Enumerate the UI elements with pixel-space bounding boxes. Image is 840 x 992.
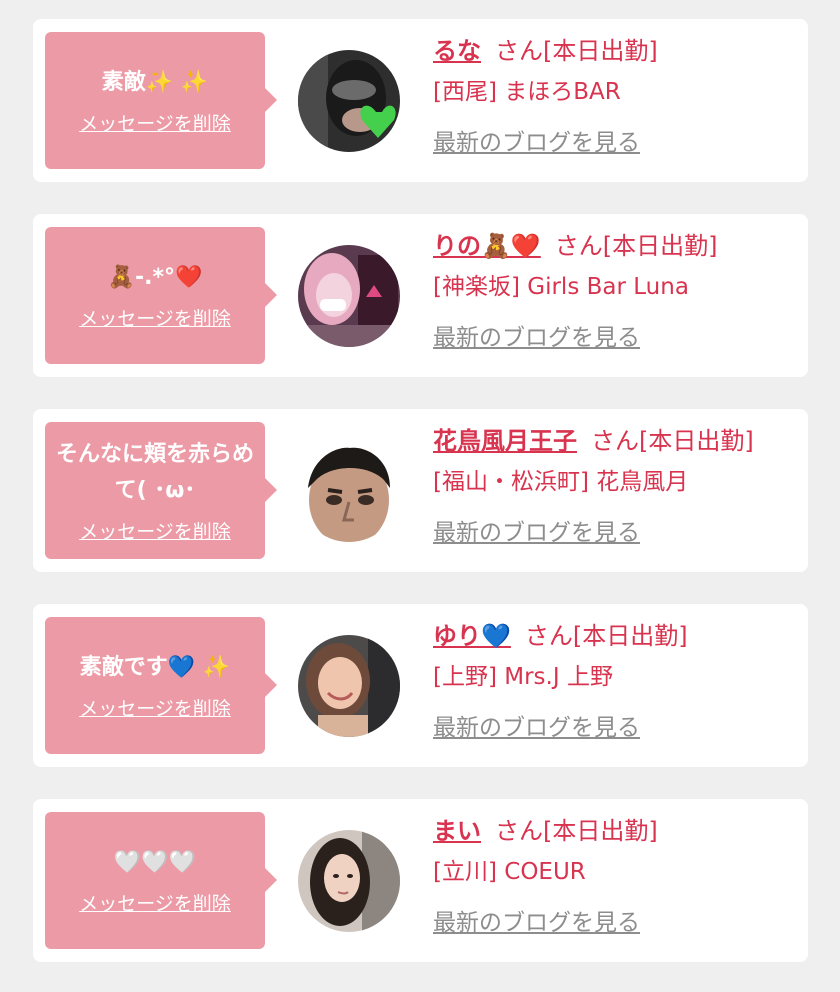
- attendance-status: さん[本日出勤]: [495, 817, 658, 845]
- cast-info: ゆり💙 さん[本日出勤] [上野] Mrs.J 上野 最新のブログを見る: [433, 618, 803, 742]
- delete-message-link[interactable]: メッセージを削除: [79, 517, 231, 544]
- message-bubble: 素敵です💙 ✨ メッセージを削除: [45, 617, 277, 754]
- shop-name: [福山・松浜町] 花鳥風月: [433, 469, 689, 495]
- avatar[interactable]: [298, 830, 400, 932]
- cast-name-link[interactable]: りの🧸❤️: [433, 232, 541, 260]
- message-text: 🤍🤍🤍: [113, 850, 197, 875]
- favorite-card: 🤍🤍🤍 メッセージを削除 まい さん[本日出勤] [立川] COEUR 最新のブロ…: [33, 799, 808, 962]
- cast-name-link[interactable]: 花鳥風月王子: [433, 427, 577, 455]
- delete-message-link[interactable]: メッセージを削除: [79, 304, 231, 331]
- woman-pink-light-photo: [298, 245, 400, 347]
- cast-name-link[interactable]: まい: [433, 817, 481, 845]
- message-text: そんなに頬を赤らめて( ･ω･: [55, 442, 254, 503]
- woman-long-hair-photo: [298, 830, 400, 932]
- favorite-card: 素敵✨ ✨ メッセージを削除 るな さん[本日出勤] [西尾] まほろBAR 最新…: [33, 19, 808, 182]
- delete-message-link[interactable]: メッセージを削除: [79, 109, 231, 136]
- message-bubble: そんなに頬を赤らめて( ･ω･ メッセージを削除: [45, 422, 277, 559]
- view-blog-link[interactable]: 最新のブログを見る: [433, 513, 640, 547]
- cast-info: りの🧸❤️ さん[本日出勤] [神楽坂] Girls Bar Luna 最新のブロ…: [433, 228, 803, 352]
- view-blog-link[interactable]: 最新のブログを見る: [433, 318, 640, 352]
- message-text: 素敵✨ ✨: [101, 70, 209, 95]
- delete-message-link[interactable]: メッセージを削除: [79, 694, 231, 721]
- avatar[interactable]: [298, 245, 400, 347]
- avatar[interactable]: [298, 50, 400, 152]
- cast-name-link[interactable]: るな: [433, 37, 481, 65]
- message-text: 素敵です💙 ✨: [79, 655, 231, 680]
- avatar[interactable]: [298, 440, 400, 542]
- shop-name: [西尾] まほろBAR: [433, 79, 621, 105]
- view-blog-link[interactable]: 最新のブログを見る: [433, 123, 640, 157]
- cast-info: るな さん[本日出勤] [西尾] まほろBAR 最新のブログを見る: [433, 33, 803, 157]
- favorite-card: 🧸-.*°❤️ メッセージを削除 りの🧸❤️ さん[本日出勤] [神楽坂] Gir…: [33, 214, 808, 377]
- delete-message-link[interactable]: メッセージを削除: [79, 889, 231, 916]
- man-face-photo: [298, 440, 400, 542]
- cast-name-link[interactable]: ゆり💙: [433, 622, 511, 650]
- message-bubble: 素敵✨ ✨ メッセージを削除: [45, 32, 277, 169]
- message-text: 🧸-.*°❤️: [107, 265, 203, 290]
- masked-woman-green-heart-photo: [298, 50, 400, 152]
- shop-name: [上野] Mrs.J 上野: [433, 664, 613, 690]
- attendance-status: さん[本日出勤]: [524, 622, 688, 650]
- message-bubble: 🤍🤍🤍 メッセージを削除: [45, 812, 277, 949]
- view-blog-link[interactable]: 最新のブログを見る: [433, 708, 640, 742]
- attendance-status: さん[本日出勤]: [495, 37, 658, 65]
- attendance-status: さん[本日出勤]: [554, 232, 718, 260]
- cast-info: 花鳥風月王子 さん[本日出勤] [福山・松浜町] 花鳥風月 最新のブログを見る: [433, 423, 803, 547]
- cast-info: まい さん[本日出勤] [立川] COEUR 最新のブログを見る: [433, 813, 803, 937]
- woman-smiling-photo: [298, 635, 400, 737]
- attendance-status: さん[本日出勤]: [591, 427, 754, 455]
- favorite-card: そんなに頬を赤らめて( ･ω･ メッセージを削除 花鳥風月王子 さん[本日出勤] …: [33, 409, 808, 572]
- favorite-card: 素敵です💙 ✨ メッセージを削除 ゆり💙 さん[本日出勤] [上野] Mrs.J …: [33, 604, 808, 767]
- avatar[interactable]: [298, 635, 400, 737]
- message-bubble: 🧸-.*°❤️ メッセージを削除: [45, 227, 277, 364]
- view-blog-link[interactable]: 最新のブログを見る: [433, 903, 640, 937]
- shop-name: [立川] COEUR: [433, 859, 586, 885]
- shop-name: [神楽坂] Girls Bar Luna: [433, 274, 689, 300]
